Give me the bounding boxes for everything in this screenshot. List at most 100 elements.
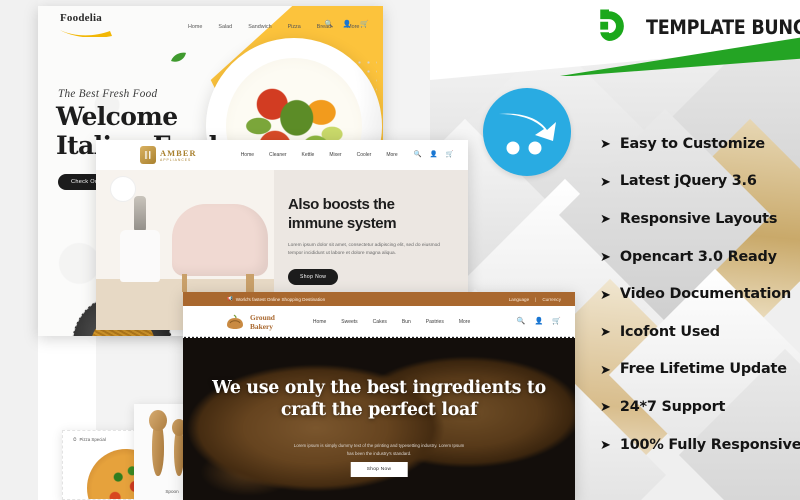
- nav-item[interactable]: Pizza: [288, 24, 301, 30]
- feature-label: Icofont Used: [619, 323, 720, 340]
- arrow-right-icon: ➤: [600, 211, 611, 227]
- feature-label: Responsive Layouts: [619, 210, 778, 227]
- user-icon[interactable]: 👤: [430, 150, 438, 158]
- cart-icon[interactable]: 🛒: [360, 20, 369, 28]
- topbar-divider: |: [535, 296, 537, 302]
- amber-paragraph: Lorem ipsum dolor sit amet, consectetur …: [288, 242, 440, 256]
- foodelia-swoosh-icon: [60, 30, 112, 38]
- bakery-topbar: 📢 World's fastest Online Shopping Destin…: [183, 292, 575, 306]
- amber-logo-text-group: AMBER APPLIANCES: [160, 149, 197, 162]
- amber-cta-button[interactable]: Shop Now: [288, 268, 339, 285]
- side-table: [120, 230, 160, 282]
- nav-item[interactable]: Cakes: [373, 319, 387, 325]
- currency-selector[interactable]: Currency: [542, 297, 561, 302]
- feature-label: Opencart 3.0 Ready: [619, 248, 777, 265]
- topbar-selectors[interactable]: Language | Currency: [509, 297, 561, 302]
- armchair: [172, 204, 268, 292]
- bakery-hero: We use only the best ingredients to craf…: [183, 338, 575, 500]
- nav-item[interactable]: Sandwich: [248, 24, 271, 30]
- feature-list: ➤ Easy to Customize ➤ Latest jQuery 3.6 …: [600, 125, 800, 463]
- feature-item: ➤ Easy to Customize: [600, 125, 800, 163]
- topbar-message: 📢 World's fastest Online Shopping Destin…: [227, 296, 325, 302]
- nav-item[interactable]: Sweets: [341, 319, 357, 325]
- feature-label: 24*7 Support: [619, 398, 726, 415]
- search-icon[interactable]: 🔍: [414, 150, 422, 158]
- foodelia-nav-icons[interactable]: 🔍 👤 🛒: [325, 20, 369, 28]
- bakery-nav-icons[interactable]: 🔍 👤 🛒: [517, 317, 561, 325]
- arrow-right-icon: ➤: [600, 286, 611, 302]
- feature-label: Easy to Customize: [619, 135, 765, 152]
- amber-heading: Also boosts the immune system: [288, 196, 397, 232]
- feature-label: Latest jQuery 3.6: [619, 173, 757, 190]
- bakery-navbar: Ground Bakery Home Sweets Cakes Bun Past…: [183, 306, 575, 338]
- feature-label: Free Lifetime Update: [619, 361, 787, 378]
- cart-icon[interactable]: 🛒: [552, 317, 561, 325]
- opencart-cart-icon: [483, 88, 571, 176]
- bakery-logo[interactable]: Ground Bakery: [225, 313, 275, 332]
- heading-line-1: We use only the best ingredients to: [212, 378, 546, 398]
- wall-clock-icon: [110, 176, 136, 202]
- poster-canvas: TEMPLATE BUNCH ➤ Easy to Customize ➤ Lat…: [0, 0, 800, 500]
- bakery-logo-line-2: Bakery: [250, 322, 273, 331]
- nav-item[interactable]: Cleaner: [269, 152, 287, 158]
- nav-item[interactable]: More: [386, 152, 397, 158]
- feature-item: ➤ Opencart 3.0 Ready: [600, 238, 800, 276]
- arrow-right-icon: ➤: [600, 324, 611, 340]
- bakery-paragraph: Lorem ipsum is simply dummy text of the …: [293, 443, 465, 456]
- bakery-logo-line-1: Ground: [250, 312, 275, 322]
- amber-logo[interactable]: AMBER APPLIANCES: [140, 146, 197, 164]
- nav-item[interactable]: Mixer: [329, 152, 341, 158]
- template-bunch-b-logo-icon: [595, 6, 637, 48]
- brand-header: TEMPLATE BUNCH: [595, 6, 800, 48]
- brand-name: TEMPLATE BUNCH: [646, 15, 800, 39]
- bread-loaf-icon: [227, 314, 243, 329]
- feature-item: ➤ Responsive Layouts: [600, 200, 800, 238]
- amber-logo-sub: APPLIANCES: [160, 157, 192, 162]
- amber-menu[interactable]: Home Cleaner Kettle Mixer Cooler More: [241, 152, 398, 158]
- feature-item: ➤ Free Lifetime Update: [600, 351, 800, 389]
- megaphone-icon: 📢: [227, 296, 233, 301]
- nav-item[interactable]: Home: [313, 319, 326, 325]
- bakery-cta-button[interactable]: Shop Now: [350, 462, 408, 477]
- nav-item[interactable]: Kettle: [302, 152, 315, 158]
- amber-logo-name: AMBER: [160, 148, 197, 158]
- nav-item[interactable]: More: [459, 319, 470, 325]
- bakery-logo-text: Ground Bakery: [250, 313, 275, 332]
- feature-item: ➤ 24*7 Support: [600, 388, 800, 426]
- foodelia-logo[interactable]: Foodelia: [60, 12, 138, 42]
- nav-item[interactable]: Salad: [218, 24, 232, 30]
- clock-icon: ⏱: [73, 437, 77, 442]
- arrow-right-icon: ➤: [600, 399, 611, 415]
- feature-item: ➤ Icofont Used: [600, 313, 800, 351]
- nav-item[interactable]: Cooler: [357, 152, 372, 158]
- arrow-right-icon: ➤: [600, 173, 611, 189]
- nav-item[interactable]: Home: [241, 152, 254, 158]
- feature-item: ➤ Latest jQuery 3.6: [600, 163, 800, 201]
- nav-item[interactable]: Pastries: [426, 319, 444, 325]
- feature-label: Video Documentation: [619, 286, 792, 303]
- pizza-badge-label: Pizza Special: [79, 437, 106, 442]
- heading-line-1: Welcome: [56, 102, 178, 131]
- user-icon[interactable]: 👤: [343, 20, 352, 28]
- bakery-heading: We use only the best ingredients to craf…: [183, 378, 575, 422]
- topbar-message-label: World's fastest Online Shopping Destinat…: [235, 296, 326, 302]
- language-selector[interactable]: Language: [509, 297, 529, 302]
- foodelia-logo-text: Foodelia: [60, 12, 102, 24]
- nav-item[interactable]: Home: [188, 24, 202, 30]
- ground-bakery-website-mockup[interactable]: 📢 World's fastest Online Shopping Destin…: [183, 292, 575, 500]
- wooden-spoon-icon: [149, 410, 167, 476]
- fork-spoon-icon: [144, 151, 151, 159]
- user-icon[interactable]: 👤: [535, 317, 544, 325]
- amber-navbar: AMBER APPLIANCES Home Cleaner Kettle Mix…: [96, 140, 468, 170]
- amber-nav-icons[interactable]: 🔍 👤 🛒: [414, 150, 454, 158]
- arrow-right-icon: ➤: [600, 361, 611, 377]
- bakery-menu[interactable]: Home Sweets Cakes Bun Pastries More: [313, 319, 470, 325]
- arrow-right-icon: ➤: [600, 249, 611, 265]
- arrow-right-icon: ➤: [600, 136, 611, 152]
- nav-item[interactable]: Bun: [402, 319, 411, 325]
- vase: [134, 196, 146, 234]
- cart-icon[interactable]: 🛒: [446, 150, 454, 158]
- amber-logo-badge-icon: [140, 146, 156, 164]
- search-icon[interactable]: 🔍: [325, 20, 334, 28]
- search-icon[interactable]: 🔍: [517, 317, 526, 325]
